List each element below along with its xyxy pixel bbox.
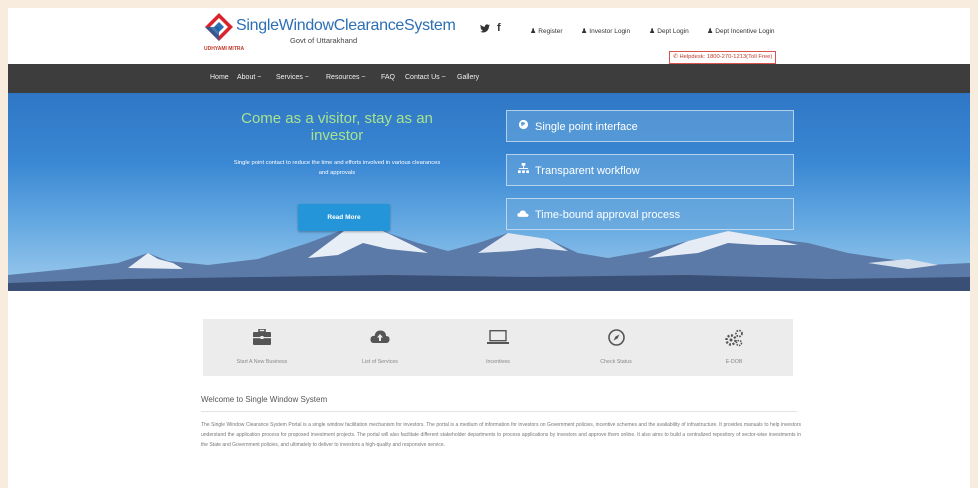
hero-title: Come as a visitor, stay as an investor xyxy=(241,110,433,144)
user-icon: ♟ xyxy=(707,28,714,35)
site-subtitle: Govt of Uttarakhand xyxy=(290,36,358,45)
twitter-icon[interactable] xyxy=(480,24,490,36)
mountains-image xyxy=(8,221,970,291)
facebook-icon[interactable]: f xyxy=(497,22,501,34)
laptop-icon xyxy=(439,329,557,349)
user-icon: ♟ xyxy=(581,28,588,35)
feature-single-point[interactable]: Single point interface xyxy=(506,110,794,142)
quick-links-bar: Start A New Business List of Services In… xyxy=(203,319,793,376)
welcome-paragraph: The Single Window Clearance System Porta… xyxy=(201,422,801,449)
top-header: UDHYAMI MITRA SingleWindowClearanceSyste… xyxy=(8,8,970,64)
tile-label: Start A New Business xyxy=(236,359,288,365)
divider xyxy=(201,411,797,412)
gears-icon xyxy=(675,329,793,352)
tile-label: Check Status xyxy=(600,359,632,365)
nav-item-resources[interactable]: Resources ~ xyxy=(326,74,366,81)
feature-time-bound[interactable]: Time-bound approval process xyxy=(506,198,794,230)
tile-incentives[interactable]: Incentives xyxy=(439,319,557,376)
dept-login-link[interactable]: ♟ Dept Login xyxy=(649,27,689,35)
compass-icon xyxy=(557,329,675,351)
hero-banner: Come as a visitor, stay as an investor S… xyxy=(8,93,970,291)
nav-item-home[interactable]: Home xyxy=(210,74,229,81)
register-link[interactable]: ♟ Register xyxy=(530,27,563,35)
tile-check-status[interactable]: Check Status xyxy=(557,319,675,376)
nav-item-faq[interactable]: FAQ xyxy=(381,74,395,81)
cloud-upload-icon xyxy=(321,329,439,349)
globe-icon xyxy=(517,111,529,143)
cloud-icon xyxy=(517,199,529,231)
tile-edob[interactable]: E-DOB xyxy=(675,319,793,376)
sitemap-icon xyxy=(517,155,529,187)
nav-item-contact[interactable]: Contact Us ~ xyxy=(405,74,446,81)
investor-login-link[interactable]: ♟ Investor Login xyxy=(581,27,630,35)
tile-label: Incentives xyxy=(486,359,510,365)
dept-incentive-login-link[interactable]: ♟ Dept Incentive Login xyxy=(707,27,775,35)
nav-item-services[interactable]: Services ~ xyxy=(276,74,309,81)
tile-label: List of Services xyxy=(362,359,398,365)
tile-list-services[interactable]: List of Services xyxy=(321,319,439,376)
user-icon: ♟ xyxy=(530,28,537,35)
page-frame: UDHYAMI MITRA SingleWindowClearanceSyste… xyxy=(8,8,970,488)
user-icon: ♟ xyxy=(649,28,656,35)
hero-description: Single point contact to reduce the time … xyxy=(233,160,441,176)
nav-item-gallery[interactable]: Gallery xyxy=(457,74,479,81)
welcome-heading: Welcome to Single Window System xyxy=(201,395,328,404)
helpdesk-badge: ✆ Helpdesk: 1800-270-1213(Toll Free) xyxy=(669,51,777,64)
briefcase-icon xyxy=(203,328,321,350)
feature-transparent-workflow[interactable]: Transparent workflow xyxy=(506,154,794,186)
logo-tagline: UDHYAMI MITRA xyxy=(204,46,245,52)
tile-label: E-DOB xyxy=(725,359,743,365)
read-more-button[interactable]: Read More xyxy=(298,204,390,231)
nav-item-about[interactable]: About ~ xyxy=(237,74,261,81)
tile-start-business[interactable]: Start A New Business xyxy=(203,319,321,376)
main-nav: Home About ~ Services ~ Resources ~ FAQ … xyxy=(8,64,970,93)
logo-icon[interactable] xyxy=(204,12,234,42)
site-title[interactable]: SingleWindowClearanceSystem xyxy=(236,17,456,35)
